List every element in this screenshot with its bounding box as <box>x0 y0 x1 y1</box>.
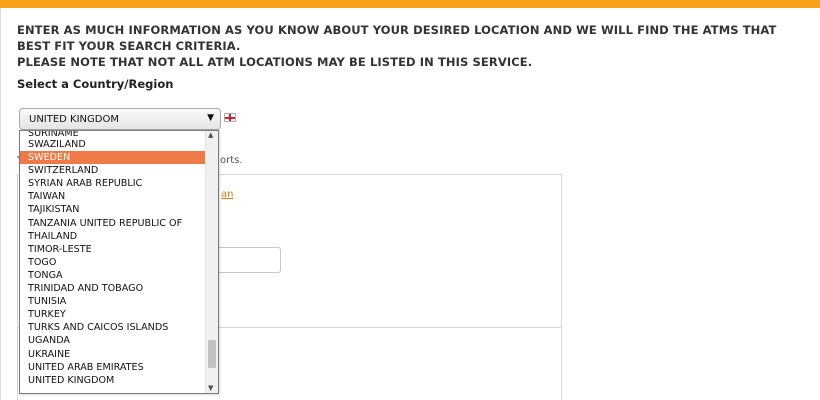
intro-line-2: PLEASE NOTE THAT NOT ALL ATM LOCATIONS M… <box>17 55 533 69</box>
dropdown-scrollbar[interactable]: ▲ ▼ <box>205 131 218 393</box>
dropdown-option[interactable]: TANZANIA UNITED REPUBLIC OF <box>20 217 206 230</box>
dropdown-option[interactable]: SYRIAN ARAB REPUBLIC <box>20 177 206 190</box>
dropdown-option[interactable]: SWAZILAND <box>20 138 206 151</box>
scroll-down-arrow-icon[interactable]: ▼ <box>208 384 213 392</box>
dropdown-option[interactable]: TONGA <box>20 269 206 282</box>
dropdown-option[interactable]: UNITED KINGDOM <box>20 374 206 387</box>
dropdown-option[interactable]: TURKS AND CAICOS ISLANDS <box>20 321 206 334</box>
dropdown-option[interactable]: SWEDEN <box>20 151 206 165</box>
dropdown-option[interactable]: TRINIDAD AND TOBAGO <box>20 282 206 295</box>
dropdown-option[interactable]: TAJIKISTAN <box>20 203 206 216</box>
hint-text-fragment-right: orts. <box>220 155 243 166</box>
dropdown-option[interactable]: SWITZERLAND <box>20 164 206 177</box>
dropdown-option[interactable]: TUNISIA <box>20 295 206 308</box>
country-options: SURINAME SWAZILAND SWEDEN SWITZERLAND SYRIAN… <box>20 131 206 387</box>
scroll-up-arrow-icon[interactable]: ▲ <box>208 131 213 139</box>
dropdown-option[interactable]: SURINAME <box>20 131 206 138</box>
country-dropdown-list[interactable]: SURINAME SWAZILAND SWEDEN SWITZERLAND SYRIAN… <box>19 130 219 394</box>
accent-top-bar <box>0 0 820 8</box>
dropdown-option[interactable]: UKRAINE <box>20 348 206 361</box>
chevron-down-icon: ▼ <box>207 113 214 123</box>
dropdown-option[interactable]: TIMOR-LESTE <box>20 243 206 256</box>
uk-flag-icon <box>224 113 236 122</box>
dropdown-option[interactable]: UGANDA <box>20 334 206 347</box>
dropdown-option[interactable]: TURKEY <box>20 308 206 321</box>
dropdown-option[interactable]: TAIWAN <box>20 190 206 203</box>
scrollbar-thumb[interactable] <box>208 340 216 368</box>
intro-line-1: ENTER AS MUCH INFORMATION AS YOU KNOW AB… <box>17 23 777 53</box>
panel-link[interactable]: an <box>221 189 233 200</box>
country-select-value: UNITED KINGDOM <box>29 114 119 125</box>
dropdown-option[interactable]: THAILAND <box>20 230 206 243</box>
dropdown-option[interactable]: UNITED ARAB EMIRATES <box>20 361 206 374</box>
intro-text: ENTER AS MUCH INFORMATION AS YOU KNOW AB… <box>17 22 812 70</box>
country-select[interactable]: UNITED KINGDOM ▼ <box>19 108 221 130</box>
dropdown-option[interactable]: TOGO <box>20 256 206 269</box>
country-select-label: Select a Country/Region <box>17 77 174 91</box>
